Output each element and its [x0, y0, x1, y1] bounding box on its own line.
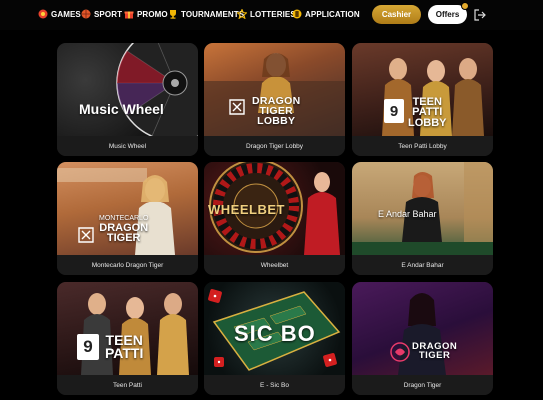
game-art-line: TIGER [418, 350, 451, 362]
game-caption: Dragon Tiger Lobby [204, 136, 345, 156]
game-thumbnail-dragon-tiger: DRAGON TIGER [352, 282, 493, 375]
dealers-art [81, 293, 189, 375]
top-navigation-bar: GAMES SPORT PROMO TOURNAMENTS LOTTERIES … [0, 0, 543, 30]
application-icon [292, 9, 302, 19]
game-art-line: LOBBY [257, 114, 296, 127]
game-art-line: TIGER [106, 232, 141, 245]
game-card-wheelbet[interactable]: WHEELBET Wheelbet [204, 162, 345, 275]
offers-notification-badge [461, 2, 469, 10]
game-thumbnail-music-wheel: Music Wheel [57, 43, 198, 136]
game-art-title: E Andar Bahar [378, 209, 437, 219]
game-caption: E Andar Bahar [352, 255, 493, 275]
game-card-montecarlo-dragon-tiger[interactable]: MONTECARLO DRAGON TIGER Montecarlo Drago… [57, 162, 198, 275]
game-caption: Montecarlo Dragon Tiger [57, 255, 198, 275]
game-caption: Dragon Tiger [352, 375, 493, 395]
game-thumbnail-dragon-tiger-lobby: DRAGON TIGER LOBBY [204, 43, 345, 136]
game-art-title-group: DRAGON TIGER LOBBY [252, 96, 300, 127]
game-art-line: PATTI [105, 345, 144, 362]
nav-lotteries[interactable]: LOTTERIES [237, 7, 296, 21]
game-card-teen-patti-lobby[interactable]: 9 TEEN PATTI LOBBY Teen Patti Lobby [352, 43, 493, 156]
game-thumbnail-wheelbet: WHEELBET [204, 162, 345, 255]
teen-patti-card-icon: 9 [384, 99, 404, 123]
nav-application-label: APPLICATION [305, 9, 360, 19]
game-art-title: Music Wheel [79, 101, 164, 117]
dragon-tiger-logo-icon [229, 99, 245, 115]
nav-games[interactable]: GAMES [38, 7, 81, 21]
game-card-e-sic-bo[interactable]: SIC BO E - Sic Bo [204, 282, 345, 395]
game-caption: E - Sic Bo [204, 375, 345, 395]
offers-button-label: Offers [435, 10, 460, 19]
nav-tournaments-label: TOURNAMENTS [181, 9, 245, 19]
sport-ball-icon [81, 9, 91, 19]
dragon-tiger-logo-icon [78, 227, 94, 243]
lotteries-star-icon [237, 9, 247, 19]
nav-promo[interactable]: PROMO [124, 7, 168, 21]
game-thumbnail-montecarlo-dragon-tiger: MONTECARLO DRAGON TIGER [57, 162, 198, 255]
nav-application[interactable]: APPLICATION [292, 7, 360, 21]
game-thumbnail-teen-patti-lobby: 9 TEEN PATTI LOBBY [352, 43, 493, 136]
nav-lotteries-label: LOTTERIES [250, 9, 296, 19]
game-card-teen-patti[interactable]: 9 TEEN PATTI Teen Patti [57, 282, 198, 395]
dragon-tiger-emblem-icon [390, 342, 410, 362]
game-art-title-group: TEEN PATTI LOBBY [408, 96, 447, 129]
promo-gift-icon [124, 11, 134, 19]
dealer-art [398, 293, 446, 375]
nav-sport[interactable]: SPORT [81, 7, 122, 21]
logout-icon[interactable] [473, 8, 487, 22]
game-thumbnail-e-sic-bo: SIC BO [204, 282, 345, 375]
music-wheel-art [116, 43, 198, 136]
game-art-title-group: MONTECARLO DRAGON TIGER [99, 215, 148, 245]
game-caption: Teen Patti [57, 375, 198, 395]
game-caption: Teen Patti Lobby [352, 136, 493, 156]
game-caption: Music Wheel [57, 136, 198, 156]
game-card-dragon-tiger-lobby[interactable]: DRAGON TIGER LOBBY Dragon Tiger Lobby [204, 43, 345, 156]
game-art-title: WHEELBET [208, 202, 285, 217]
game-art-title-group: DRAGON TIGER [412, 342, 457, 362]
game-art-title: SIC BO [234, 321, 316, 346]
teen-patti-card-icon: 9 [77, 334, 99, 360]
game-caption: Wheelbet [204, 255, 345, 275]
nav-games-label: GAMES [51, 9, 81, 19]
offers-button[interactable]: Offers [428, 2, 469, 24]
game-art-line: LOBBY [408, 116, 447, 129]
tournaments-trophy-icon [170, 10, 176, 19]
game-card-e-andar-bahar[interactable]: E Andar Bahar E Andar Bahar [352, 162, 493, 275]
game-card-dragon-tiger[interactable]: DRAGON TIGER Dragon Tiger [352, 282, 493, 395]
cashier-button[interactable]: Cashier [372, 5, 421, 24]
nav-sport-label: SPORT [94, 9, 123, 19]
game-thumbnail-teen-patti: 9 TEEN PATTI [57, 282, 198, 375]
nav-tournaments[interactable]: TOURNAMENTS [168, 7, 244, 21]
nav-promo-label: PROMO [137, 9, 168, 19]
game-thumbnail-e-andar-bahar: E Andar Bahar [352, 162, 493, 255]
game-card-music-wheel[interactable]: Music Wheel Music Wheel [57, 43, 198, 156]
games-icon [38, 9, 48, 19]
game-art-title-group: TEEN PATTI [105, 333, 144, 362]
